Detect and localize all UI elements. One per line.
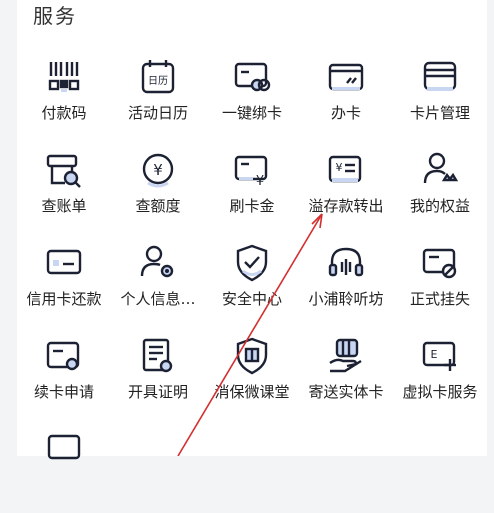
yuan-transfer-icon: ¥ <box>323 147 369 193</box>
grid-row: 付款码 日历 活动日历 一键绑卡 办卡 卡片管理 <box>17 48 487 141</box>
service-consumer-class[interactable]: 消保微课堂 <box>205 327 299 402</box>
item-label: 虚拟卡服务 <box>402 383 478 401</box>
services-card: 服务 付款码 日历 活动日历 一键绑卡 办卡 卡片管理 查账单 ¥ 查额度 ¥ … <box>17 0 487 460</box>
item-label: 一键绑卡 <box>221 104 282 122</box>
yuan-coin-icon: ¥ <box>135 147 181 193</box>
service-partial[interactable] <box>17 420 111 472</box>
item-label: 刷卡金 <box>229 197 275 215</box>
grid-row: 信用卡还款 个人信息… 安全中心 小浦聆听坊 正式挂失 <box>17 234 487 327</box>
svg-text:E: E <box>431 348 438 361</box>
cards-stack-icon <box>417 54 463 100</box>
svg-text:日历: 日历 <box>148 75 168 87</box>
item-label: 办卡 <box>330 104 361 122</box>
svg-text:¥: ¥ <box>336 161 343 174</box>
card-yuan-icon: ¥ <box>229 147 275 193</box>
card-renew-icon <box>41 333 87 379</box>
service-security-center[interactable]: 安全中心 <box>205 234 299 309</box>
service-check-limit[interactable]: ¥ 查额度 <box>111 141 205 216</box>
service-swipe-bonus[interactable]: ¥ 刷卡金 <box>205 141 299 216</box>
service-personal-info[interactable]: 个人信息… <box>111 234 205 309</box>
credit-card-repay-icon <box>41 240 87 286</box>
item-label: 卡片管理 <box>409 104 470 122</box>
item-label: 小浦聆听坊 <box>308 290 384 308</box>
calendar-icon: 日历 <box>135 54 181 100</box>
services-grid: 付款码 日历 活动日历 一键绑卡 办卡 卡片管理 查账单 ¥ 查额度 ¥ 刷卡金… <box>17 48 487 513</box>
item-label: 消保微课堂 <box>214 383 290 401</box>
item-label: 溢存款转出 <box>308 197 384 215</box>
service-mail-card[interactable]: 寄送实体卡 <box>299 327 393 402</box>
shield-check-icon <box>229 240 275 286</box>
item-label: 活动日历 <box>127 104 188 122</box>
grid-row: 续卡申请 开具证明 消保微课堂 寄送实体卡 E 虚拟卡服务 <box>17 327 487 420</box>
service-card-management[interactable]: 卡片管理 <box>393 48 487 123</box>
service-credit-repay[interactable]: 信用卡还款 <box>17 234 111 309</box>
item-label: 查账单 <box>41 197 87 215</box>
card-icon <box>41 426 87 472</box>
qr-barcode-icon <box>41 54 87 100</box>
item-label: 开具证明 <box>127 383 188 401</box>
service-report-loss[interactable]: 正式挂失 <box>393 234 487 309</box>
svg-text:¥: ¥ <box>256 174 264 189</box>
service-card-renewal[interactable]: 续卡申请 <box>17 327 111 402</box>
item-label: 续卡申请 <box>33 383 94 401</box>
card-apply-icon <box>323 54 369 100</box>
user-crown-icon <box>417 147 463 193</box>
certificate-icon <box>135 333 181 379</box>
svg-text:¥: ¥ <box>153 161 163 179</box>
service-overpay-transfer[interactable]: ¥ 溢存款转出 <box>299 141 393 216</box>
item-label: 付款码 <box>41 104 87 122</box>
item-label: 个人信息… <box>120 290 196 308</box>
item-label: 正式挂失 <box>409 290 470 308</box>
card-link-icon <box>229 54 275 100</box>
item-label: 信用卡还款 <box>26 290 102 308</box>
service-virtual-card[interactable]: E 虚拟卡服务 <box>393 327 487 402</box>
service-check-bill[interactable]: 查账单 <box>17 141 111 216</box>
item-label: 查额度 <box>135 197 181 215</box>
item-label: 寄送实体卡 <box>308 383 384 401</box>
service-activity-calendar[interactable]: 日历 活动日历 <box>111 48 205 123</box>
headset-icon <box>323 240 369 286</box>
service-one-click-bind[interactable]: 一键绑卡 <box>205 48 299 123</box>
user-settings-icon <box>135 240 181 286</box>
card-block-icon <box>417 240 463 286</box>
hand-card-icon <box>323 333 369 379</box>
section-title: 服务 <box>33 4 77 28</box>
item-label: 安全中心 <box>221 290 282 308</box>
service-listening-room[interactable]: 小浦聆听坊 <box>299 234 393 309</box>
service-apply-card[interactable]: 办卡 <box>299 48 393 123</box>
service-pay-code[interactable]: 付款码 <box>17 48 111 123</box>
bill-search-icon <box>41 147 87 193</box>
virtual-card-icon: E <box>417 333 463 379</box>
grid-row: 查账单 ¥ 查额度 ¥ 刷卡金 ¥ 溢存款转出 我的权益 <box>17 141 487 234</box>
service-issue-certificate[interactable]: 开具证明 <box>111 327 205 402</box>
grid-row <box>17 420 487 513</box>
shield-book-icon <box>229 333 275 379</box>
item-label: 我的权益 <box>409 197 470 215</box>
service-my-benefits[interactable]: 我的权益 <box>393 141 487 216</box>
